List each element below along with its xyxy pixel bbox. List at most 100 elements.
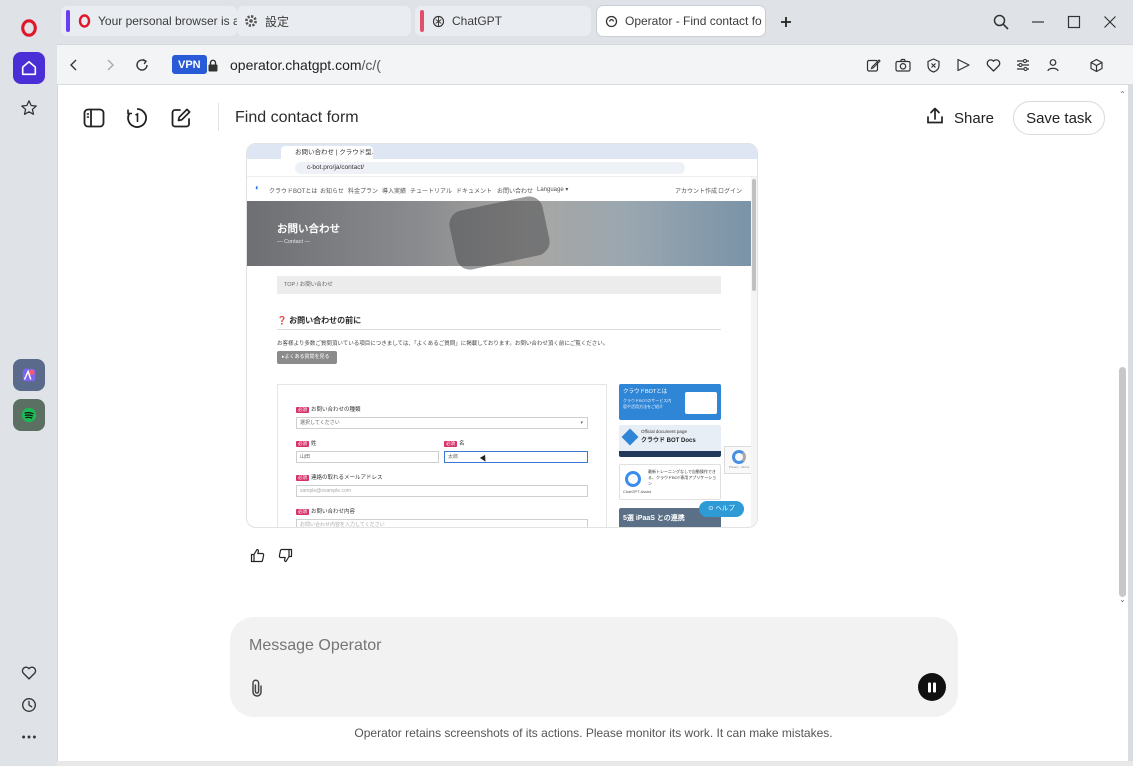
new-task-edit-icon[interactable] (168, 105, 194, 131)
side-banner: クラウドBOTとは クラウドBOTのサービス内容や活用方法をご紹介 (619, 384, 721, 420)
tab-accent (66, 10, 70, 32)
attach-icon[interactable] (247, 678, 267, 698)
banner-footer (619, 451, 721, 457)
form-label-email: 必須 連絡の取れるメールアドレス (296, 473, 383, 481)
tab-operator[interactable]: Operator - Find contact fo (597, 6, 765, 36)
screenshot-breadcrumb: TOP / お問い合わせ (277, 276, 721, 294)
first-name-field: 太郎 (444, 451, 588, 463)
site-nav-item: ログイン (718, 189, 743, 195)
edit-icon[interactable] (864, 56, 882, 74)
screenshot-url: c-bot.pro/ja/contact/ (295, 162, 685, 174)
tab-opera-start[interactable]: Your personal browser is a (61, 6, 237, 36)
share-label: Share (954, 109, 995, 127)
banner-text: クラウドBOTのサービス内容や活用方法をご紹介 (623, 398, 672, 409)
search-tabs-icon[interactable] (990, 11, 1012, 33)
form-label-message: 必須 お問い合わせ内容 (296, 507, 355, 515)
message-field: お問い合わせ内容を入力してください (296, 519, 588, 527)
screenshot-address-bar: c-bot.pro/ja/contact/ (247, 159, 757, 177)
thumbs-up-icon[interactable] (248, 546, 266, 564)
required-tag: 必須 (296, 441, 309, 447)
easy-setup-icon[interactable] (1014, 56, 1032, 74)
hero-subtitle: — Contact — (277, 239, 311, 245)
site-nav-item: 料金プラン (348, 189, 379, 195)
favorite-heart-icon[interactable] (984, 56, 1002, 74)
share-icon (926, 107, 944, 129)
tab-title: Operator - Find contact fo (625, 14, 762, 28)
site-nav-item: お問い合わせ (497, 189, 534, 195)
tab-accent (420, 10, 424, 32)
adblock-icon[interactable] (924, 56, 942, 74)
contact-form: 必須 お問い合わせの種類 選択してください ▾ 必須姓 山田 必須名 太郎 必須 連絡… (277, 384, 607, 527)
opera-icon (76, 13, 92, 29)
form-label-text: 連絡の取れるメールアドレス (311, 475, 383, 481)
extensions-cube-icon[interactable] (1087, 56, 1105, 74)
site-nav-item: ドキュメント (456, 189, 493, 195)
scroll-down-icon[interactable]: ⌄ (1118, 595, 1127, 604)
screenshot-site-nav: ◐ クラウドBOTとは お知らせ 料金プラン 導入実績 チュートリアル ドキュメ… (247, 177, 757, 201)
thumbs-down-icon[interactable] (276, 546, 294, 564)
page-scrollbar[interactable]: ⌃ ⌄ (1116, 85, 1129, 605)
required-tag: 必須 (296, 407, 309, 413)
required-tag: 必須 (444, 441, 457, 447)
spotify-icon[interactable] (13, 399, 45, 431)
address-bar-row: VPN operator.chatgpt.com/c/( (57, 44, 1133, 84)
form-label-text: 姓 (311, 441, 317, 447)
maximize-button[interactable] (1063, 11, 1085, 33)
heart-icon[interactable] (13, 657, 45, 689)
close-window-button[interactable] (1099, 11, 1121, 33)
scroll-up-icon[interactable]: ⌃ (1118, 90, 1127, 99)
site-nav-item: Language ▾ (537, 187, 569, 193)
vpn-badge[interactable]: VPN (172, 55, 207, 74)
forward-button[interactable] (100, 55, 120, 75)
opera-logo-icon[interactable] (13, 12, 45, 44)
disclaimer-text: Operator retains screenshots of its acti… (354, 726, 833, 740)
camera-icon[interactable] (894, 56, 912, 74)
sidebar-toggle-icon[interactable] (81, 105, 107, 131)
form-label-first-name: 必須名 (444, 439, 465, 447)
hero-phone-image (446, 193, 553, 273)
scrollbar-thumb (752, 179, 756, 291)
recaptcha-icon (732, 450, 746, 464)
minimize-button[interactable] (1027, 11, 1049, 33)
aria-app-icon[interactable] (13, 359, 45, 391)
star-icon[interactable] (13, 92, 45, 124)
new-tab-button[interactable] (775, 11, 797, 33)
banner-image (685, 392, 717, 414)
screenshot-tab-bar: お問い合わせ | クラウド型... (247, 144, 757, 159)
opera-sidebar (0, 0, 57, 766)
faq-button: ▸よくある質問を見る (277, 351, 337, 364)
pause-icon (928, 682, 936, 692)
history-icon[interactable] (13, 689, 45, 721)
screenshot-section-text: お客様より多数ご質問頂いている項目につきましては、「よくあるご質問」に掲載してお… (277, 341, 609, 347)
scrollbar-thumb[interactable] (1119, 367, 1126, 597)
tab-chatgpt[interactable]: ChatGPT (415, 6, 591, 36)
side-banner: 最新トレーニングなしで自動操作できる、クラウドBOT専用アプリケーション Cha… (619, 464, 721, 500)
url-field[interactable]: operator.chatgpt.com/c/( (230, 57, 381, 73)
profile-icon[interactable] (1044, 56, 1062, 74)
screenshot-scrollbar (751, 177, 757, 527)
last-name-field: 山田 (296, 451, 439, 463)
chevron-down-icon: ▾ (580, 420, 583, 426)
reload-button[interactable] (132, 55, 152, 75)
send-icon[interactable] (954, 56, 972, 74)
task-screenshot: お問い合わせ | クラウド型... c-bot.pro/ja/contact/ … (246, 143, 758, 528)
tab-title: Your personal browser is a (98, 14, 237, 28)
share-button[interactable]: Share (920, 101, 1000, 135)
home-icon[interactable] (13, 52, 45, 84)
message-input[interactable] (249, 637, 849, 655)
site-nav-item: チュートリアル (410, 189, 452, 195)
site-nav-item: お知らせ (320, 189, 344, 195)
lock-icon[interactable] (203, 55, 223, 75)
pause-button[interactable] (918, 673, 946, 701)
save-task-button[interactable]: Save task (1013, 101, 1105, 135)
banner-text: 最新トレーニングなしで自動操作できる、クラウドBOT専用アプリケーション (648, 469, 717, 486)
banner-title: ChatGPT Assist (623, 489, 652, 494)
more-icon[interactable] (13, 721, 45, 753)
side-banner: Official document page クラウド BOT Docs (619, 425, 721, 457)
inquiry-type-select: 選択してください ▾ (296, 417, 588, 429)
back-button[interactable] (64, 55, 84, 75)
url-path: /c/( (361, 57, 381, 73)
form-label-last-name: 必須姓 (296, 439, 317, 447)
task-history-icon[interactable] (124, 105, 150, 131)
tab-settings[interactable]: 設定 (237, 6, 411, 36)
